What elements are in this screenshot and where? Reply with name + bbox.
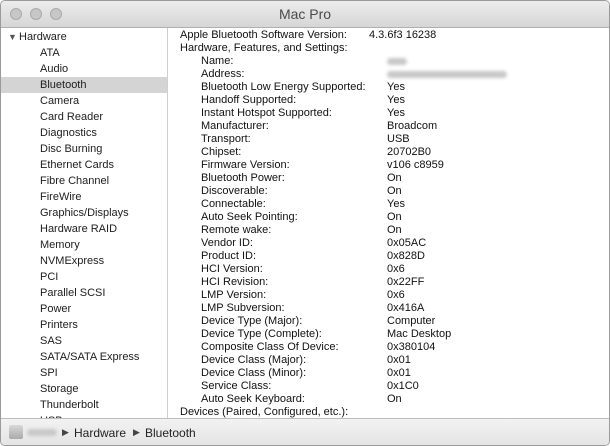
property-value: 0x380104	[387, 341, 436, 353]
property-label: Connectable:	[201, 198, 266, 210]
sidebar-item-graphics-displays[interactable]: Graphics/Displays	[1, 205, 167, 221]
property-label: Bluetooth Power:	[201, 172, 285, 184]
property-label: Device Class (Major):	[201, 354, 307, 366]
sidebar-item-thunderbolt[interactable]: Thunderbolt	[1, 397, 167, 413]
property-label: Transport:	[201, 133, 251, 145]
sidebar-item-camera[interactable]: Camera	[1, 93, 167, 109]
sidebar-item-ethernet-cards[interactable]: Ethernet Cards	[1, 157, 167, 173]
property-value: 0x05AC	[387, 237, 427, 249]
property-label: Vendor ID:	[201, 237, 253, 249]
property-value: 0x01	[387, 354, 411, 366]
property-value: Broadcom	[387, 120, 438, 132]
property-value: 0x22FF	[387, 276, 425, 288]
property-value: Mac Desktop	[387, 328, 452, 340]
sidebar-group-label: Hardware	[19, 31, 67, 43]
property-value: On	[387, 224, 402, 236]
sidebar-item-card-reader[interactable]: Card Reader	[1, 109, 167, 125]
sidebar[interactable]: ▼ Hardware ATA Audio Bluetooth Camera Card Re…	[1, 28, 168, 418]
property-label: Discoverable:	[201, 185, 268, 197]
property-label: Bluetooth Low Energy Supported:	[201, 81, 366, 93]
property-label: Device Type (Major):	[201, 315, 303, 327]
property-label: HCI Revision:	[201, 276, 269, 288]
property-label: Auto Seek Pointing:	[201, 211, 298, 223]
sidebar-item-printers[interactable]: Printers	[1, 317, 167, 333]
property-value: On	[387, 185, 402, 197]
window-title: Mac Pro	[278, 6, 332, 22]
property-value: USB	[387, 133, 410, 145]
property-value: On	[387, 393, 402, 405]
property-label: Remote wake:	[201, 224, 272, 236]
crumb-hardware[interactable]: Hardware	[74, 426, 126, 440]
property-value: 20702B0	[387, 146, 432, 158]
property-value: Yes	[387, 198, 405, 210]
path-bar: ▶ Hardware ▶ Bluetooth	[1, 418, 609, 445]
property-value: 0x6	[387, 263, 405, 275]
property-label: LMP Version:	[201, 289, 267, 301]
sidebar-item-memory[interactable]: Memory	[1, 237, 167, 253]
crumb-bluetooth[interactable]: Bluetooth	[145, 426, 196, 440]
property-label: Instant Hotspot Supported:	[201, 107, 332, 119]
sidebar-item-nvmexpress[interactable]: NVMExpress	[1, 253, 167, 269]
redacted-value	[387, 68, 507, 81]
property-value: Yes	[387, 94, 405, 106]
redacted-computer-name	[27, 429, 57, 436]
property-label: Auto Seek Keyboard:	[201, 393, 305, 405]
property-value: 0x01	[387, 367, 411, 379]
sidebar-item-diagnostics[interactable]: Diagnostics	[1, 125, 167, 141]
section-label: Hardware, Features, and Settings:	[180, 42, 348, 54]
path-separator-triangle-icon: ▶	[62, 427, 69, 437]
redacted-value	[387, 55, 407, 68]
property-value: Yes	[387, 81, 405, 93]
path-separator-triangle-icon: ▶	[133, 427, 140, 437]
property-value: 0x6	[387, 289, 405, 301]
computer-icon[interactable]	[9, 425, 23, 439]
title-bar: Mac Pro	[1, 1, 609, 28]
sidebar-item-disc-burning[interactable]: Disc Burning	[1, 141, 167, 157]
sidebar-item-ata[interactable]: ATA	[1, 45, 167, 61]
detail-pane: Apple Bluetooth Software Version: 4.3.6f…	[168, 28, 609, 418]
software-version-label: Apple Bluetooth Software Version:	[180, 29, 347, 41]
property-label: Firmware Version:	[201, 159, 290, 171]
sidebar-item-power[interactable]: Power	[1, 301, 167, 317]
property-value: Computer	[387, 315, 436, 327]
system-information-window: Mac Pro ▼ Hardware ATA Audio Bluetooth Camer…	[0, 0, 610, 446]
redaction-blur	[387, 70, 507, 78]
property-value: On	[387, 211, 402, 223]
property-label: Product ID:	[201, 250, 257, 262]
property-label: LMP Subversion:	[201, 302, 285, 314]
property-label: Chipset:	[201, 146, 242, 158]
sidebar-item-hardware-raid[interactable]: Hardware RAID	[1, 221, 167, 237]
sidebar-item-storage[interactable]: Storage	[1, 381, 167, 397]
sidebar-item-spi[interactable]: SPI	[1, 365, 167, 381]
property-label: Service Class:	[201, 380, 272, 392]
disclosure-triangle-down-icon[interactable]: ▼	[8, 29, 17, 45]
property-value: Yes	[387, 107, 405, 119]
property-label: Name:	[201, 55, 234, 67]
sidebar-item-sas[interactable]: SAS	[1, 333, 167, 349]
property-label: Device Class (Minor):	[201, 367, 307, 379]
property-value: 0x828D	[387, 250, 425, 262]
sidebar-item-parallel-scsi[interactable]: Parallel SCSI	[1, 285, 167, 301]
sidebar-item-pci[interactable]: PCI	[1, 269, 167, 285]
property-label: Composite Class Of Device:	[201, 341, 339, 353]
property-label: Manufacturer:	[201, 120, 269, 132]
property-value: 0x416A	[387, 302, 425, 314]
sidebar-item-fibre-channel[interactable]: Fibre Channel	[1, 173, 167, 189]
property-label: Address:	[201, 68, 245, 80]
sidebar-item-audio[interactable]: Audio	[1, 61, 167, 77]
property-value: 0x1C0	[387, 380, 419, 392]
sidebar-item-bluetooth[interactable]: Bluetooth	[1, 77, 167, 93]
sidebar-group-hardware[interactable]: ▼ Hardware	[8, 29, 67, 45]
property-label: Device Type (Complete):	[201, 328, 322, 340]
sidebar-item-firewire[interactable]: FireWire	[1, 189, 167, 205]
redaction-blur	[387, 57, 407, 65]
sidebar-item-sata-sata-express[interactable]: SATA/SATA Express	[1, 349, 167, 365]
devices-label: Devices (Paired, Configured, etc.):	[180, 406, 349, 418]
property-label: HCI Version:	[201, 263, 263, 275]
property-value: On	[387, 172, 402, 184]
property-value: v106 c8959	[387, 159, 444, 171]
property-label: Handoff Supported:	[201, 94, 297, 106]
software-version-value: 4.3.6f3 16238	[369, 29, 437, 41]
